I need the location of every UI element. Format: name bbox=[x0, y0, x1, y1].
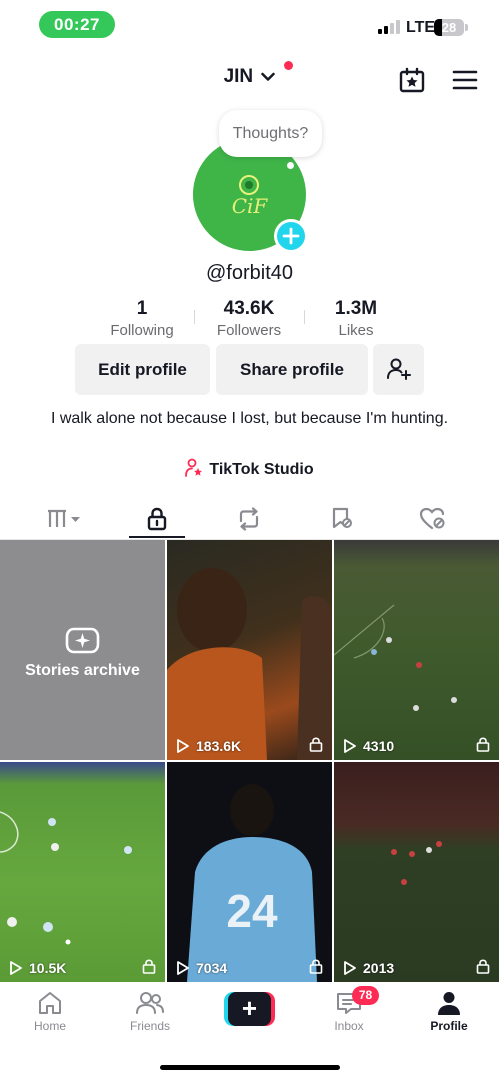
home-icon bbox=[39, 992, 61, 1014]
video-views: 2013 bbox=[342, 960, 394, 976]
account-name: JIN bbox=[223, 66, 254, 87]
tab-reposts[interactable] bbox=[219, 498, 279, 540]
battery-tip bbox=[465, 24, 468, 31]
lock-icon bbox=[147, 507, 167, 531]
stories-archive-label: Stories archive bbox=[25, 662, 140, 679]
view-count: 183.6K bbox=[196, 738, 242, 754]
add-friend-button[interactable] bbox=[373, 344, 424, 395]
nav-profile-label: Profile bbox=[430, 1019, 468, 1033]
battery-level: 28 bbox=[441, 20, 457, 35]
nav-friends-label: Friends bbox=[129, 1019, 170, 1033]
svg-text:24: 24 bbox=[226, 885, 278, 937]
create-button[interactable]: + bbox=[224, 992, 275, 1026]
thought-bubble-tail bbox=[287, 162, 294, 169]
player-jersey: 24 bbox=[187, 784, 317, 982]
nav-profile[interactable]: Profile bbox=[409, 990, 489, 1033]
add-user-icon bbox=[386, 358, 411, 380]
tab-liked[interactable] bbox=[403, 498, 463, 540]
tab-private[interactable] bbox=[127, 498, 187, 540]
likes-count: 1.3M bbox=[334, 298, 378, 319]
video-thumbnail[interactable]: 183.6K bbox=[167, 540, 332, 760]
username: @forbit40 bbox=[205, 262, 293, 284]
bookmark-icon bbox=[332, 507, 352, 529]
video-thumbnail[interactable]: 24 7034 bbox=[167, 762, 332, 982]
hamburger-menu-icon[interactable] bbox=[451, 66, 479, 94]
calendar-star-icon[interactable] bbox=[398, 66, 426, 94]
following-label: Following bbox=[110, 322, 174, 339]
pitch-lines bbox=[334, 604, 457, 711]
stat-following[interactable]: 1 Following bbox=[82, 298, 202, 339]
stat-followers[interactable]: 43.6K Followers bbox=[189, 298, 309, 339]
stat-likes[interactable]: 1.3M Likes bbox=[296, 298, 416, 339]
nav-home-label: Home bbox=[33, 1019, 66, 1033]
network-type: LTE bbox=[406, 19, 436, 36]
grid-columns-icon bbox=[48, 509, 80, 527]
video-views: 10.5K bbox=[8, 960, 66, 976]
battery-icon: 28 bbox=[434, 19, 464, 36]
lock-icon bbox=[309, 737, 323, 752]
share-profile-button[interactable]: Share profile bbox=[216, 344, 368, 395]
likes-label: Likes bbox=[338, 322, 374, 339]
thoughts-bubble[interactable]: Thoughts? bbox=[219, 110, 322, 157]
tab-videos[interactable] bbox=[36, 498, 96, 540]
studio-label: TikTok Studio bbox=[209, 461, 314, 478]
signal-icon bbox=[378, 20, 400, 34]
chevron-down-icon bbox=[261, 72, 276, 81]
home-indicator bbox=[160, 1065, 340, 1070]
avatar-text: CiF bbox=[231, 194, 268, 218]
play-icon bbox=[344, 739, 356, 753]
stories-archive-icon bbox=[65, 627, 100, 654]
stories-archive-tile[interactable]: Stories archive bbox=[0, 540, 165, 760]
view-count: 7034 bbox=[196, 960, 228, 976]
lock-icon bbox=[142, 959, 156, 974]
tiktok-studio-link[interactable]: TikTok Studio bbox=[0, 458, 499, 479]
pitch-players bbox=[391, 841, 442, 885]
nav-inbox-label: Inbox bbox=[334, 1019, 364, 1033]
video-views: 183.6K bbox=[175, 738, 241, 754]
followers-label: Followers bbox=[216, 322, 282, 339]
lock-icon bbox=[476, 959, 490, 974]
followers-count: 43.6K bbox=[223, 298, 275, 319]
friends-icon bbox=[136, 992, 164, 1014]
view-count: 2013 bbox=[363, 960, 395, 976]
lock-icon bbox=[476, 737, 490, 752]
video-thumbnail[interactable]: 4310 bbox=[334, 540, 499, 760]
lock-icon bbox=[309, 959, 323, 974]
studio-icon bbox=[185, 458, 203, 477]
video-views: 4310 bbox=[342, 738, 394, 754]
notification-dot bbox=[284, 61, 293, 70]
heart-hidden-icon bbox=[419, 507, 445, 530]
video-views: 7034 bbox=[175, 960, 227, 976]
player-silhouette bbox=[167, 568, 332, 760]
following-count: 1 bbox=[136, 298, 148, 319]
inbox-badge: 78 bbox=[352, 986, 379, 1005]
profile-icon bbox=[438, 992, 460, 1015]
edit-profile-button[interactable]: Edit profile bbox=[75, 344, 210, 395]
play-icon bbox=[10, 961, 22, 975]
profile-bio: I walk alone not because I lost, but bec… bbox=[50, 410, 449, 427]
nav-friends[interactable]: Friends bbox=[110, 990, 190, 1033]
video-thumbnail[interactable]: 10.5K bbox=[0, 762, 165, 982]
pitch-lines bbox=[0, 811, 132, 945]
plus-icon bbox=[282, 227, 300, 245]
repost-icon bbox=[239, 507, 259, 531]
content-tabs bbox=[0, 498, 499, 540]
nav-home[interactable]: Home bbox=[10, 990, 90, 1033]
video-grid: Stories archive 183.6K 4310 10.5K 24 703… bbox=[0, 540, 499, 982]
view-count: 4310 bbox=[363, 738, 395, 754]
status-bar: 00:27 LTE 28 bbox=[0, 0, 499, 50]
play-icon bbox=[177, 961, 189, 975]
tab-favorites[interactable] bbox=[312, 498, 372, 540]
play-icon bbox=[344, 961, 356, 975]
play-icon bbox=[177, 739, 189, 753]
plus-icon: + bbox=[228, 992, 271, 1026]
add-story-button[interactable] bbox=[274, 219, 308, 253]
active-tab-indicator bbox=[129, 536, 185, 538]
status-time: 00:27 bbox=[39, 11, 115, 38]
video-thumbnail[interactable]: 2013 bbox=[334, 762, 499, 982]
view-count: 10.5K bbox=[29, 960, 67, 976]
